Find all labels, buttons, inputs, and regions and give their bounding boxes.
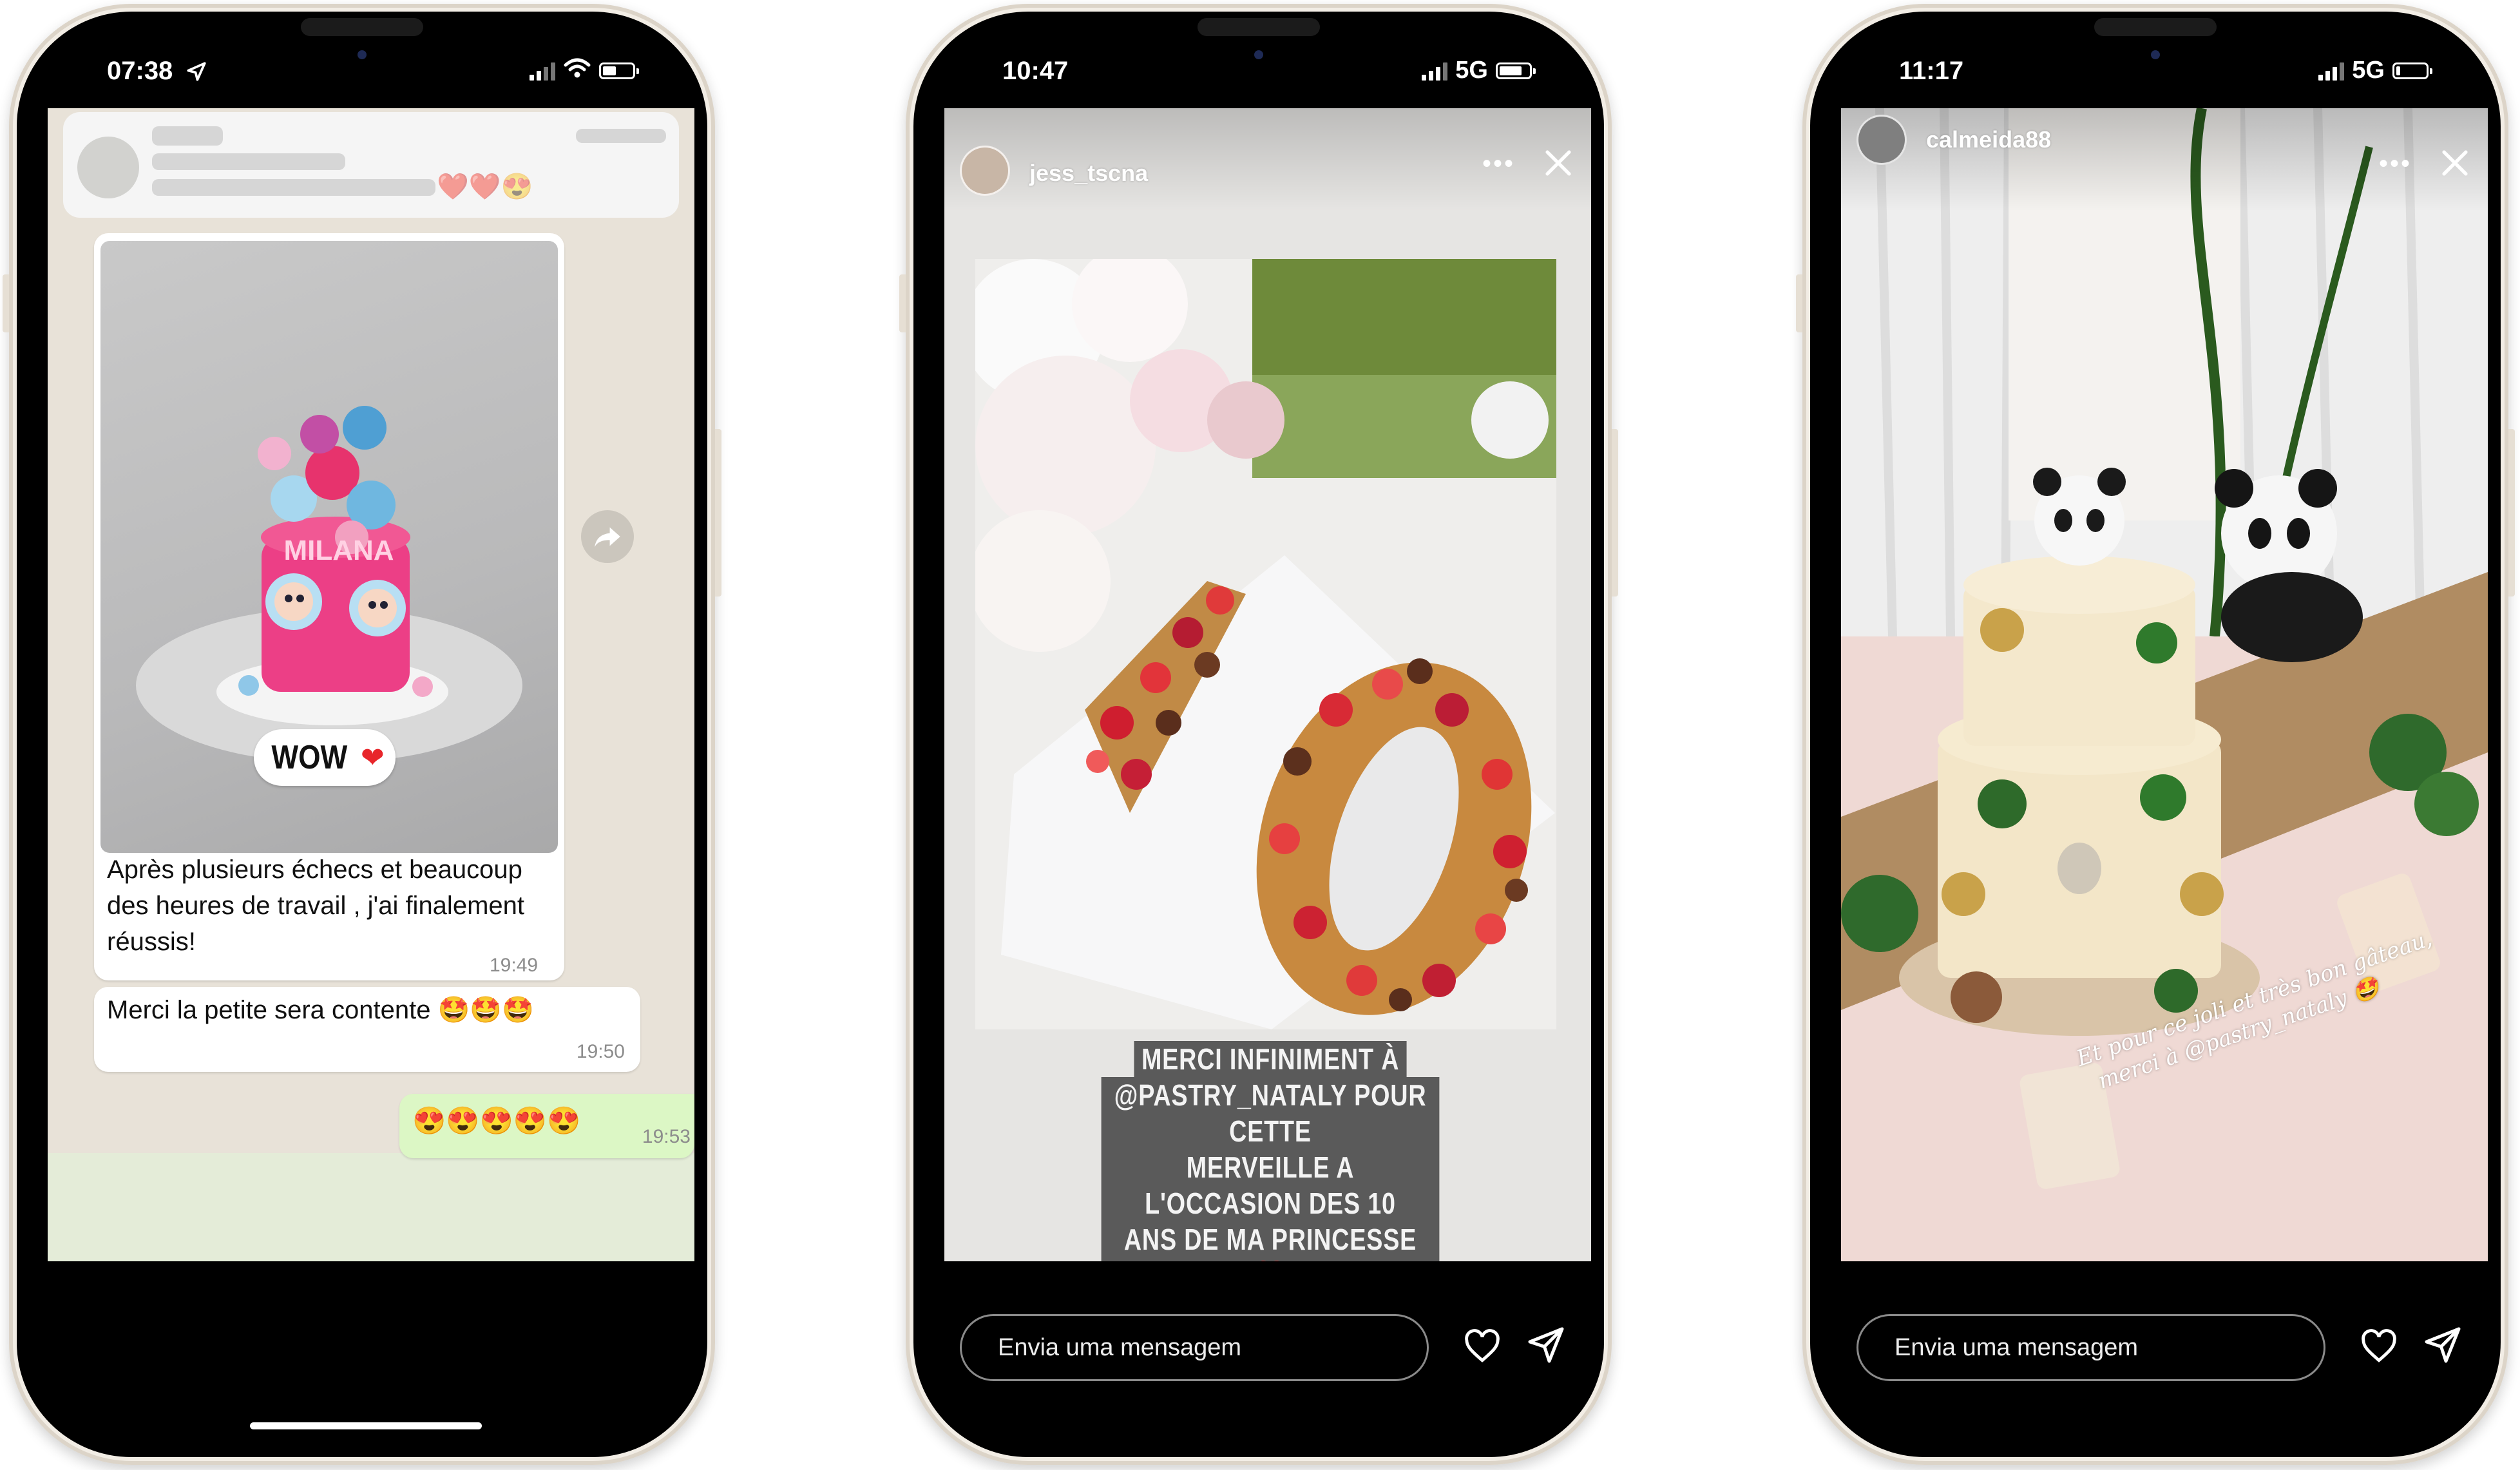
- more-dots-icon[interactable]: •••: [1482, 149, 1515, 178]
- phone-story-calmeida: 11:17 5G calmeida88 ••• Et pour ce joli …: [1796, 4, 2515, 1465]
- story-header: calmeida88 •••: [1841, 108, 2488, 211]
- number-cake-illustration: [975, 259, 1556, 1029]
- wifi-icon: [563, 57, 591, 84]
- story-header: jess_tscna •••: [944, 108, 1591, 211]
- battery-icon: [1496, 62, 1536, 79]
- status-time: 10:47: [1002, 57, 1069, 85]
- phone-story-jess: 10:47 5G jess_tscna ••• MERCI INFINIMENT…: [899, 4, 1618, 1465]
- story-username[interactable]: calmeida88: [1926, 126, 2051, 153]
- avatar[interactable]: [960, 146, 1010, 196]
- image-message-bubble[interactable]: MILANA WOW ❤ Après plusieurs échecs et b…: [94, 233, 564, 980]
- speaker-grille: [1198, 18, 1320, 36]
- signal-icon: [2318, 61, 2345, 81]
- message-input[interactable]: Envia uma mensagem: [1857, 1314, 2325, 1381]
- signal-icon: [1422, 61, 1448, 81]
- message-bubble[interactable]: Merci la petite sera contente 🤩🤩🤩 19:50: [94, 987, 640, 1072]
- story-username[interactable]: jess_tscna: [1029, 160, 1148, 187]
- front-camera: [1254, 50, 1263, 59]
- speaker-grille: [301, 18, 423, 36]
- more-dots-icon[interactable]: •••: [2379, 149, 2412, 178]
- battery-icon: [599, 62, 639, 79]
- phone-screen-frame: 10:47 5G jess_tscna ••• MERCI INFINIMENT…: [913, 12, 1604, 1457]
- notification-avatar: [77, 137, 139, 198]
- close-icon[interactable]: [2436, 144, 2474, 185]
- status-indicators: 5G: [1422, 57, 1536, 84]
- phone-whatsapp: 07:38 ❤️❤️😍 MILANA WOW ❤ Après plusieurs…: [3, 4, 721, 1465]
- heart-emoji: ❤: [360, 741, 385, 774]
- location-arrow-icon: [186, 61, 207, 86]
- message-input[interactable]: Envia uma mensagem: [960, 1314, 1429, 1381]
- caption-line: MERCI INFINIMENT À: [1134, 1041, 1407, 1077]
- phone-screen-frame: 07:38 ❤️❤️😍 MILANA WOW ❤ Après plusieurs…: [17, 12, 707, 1457]
- send-icon[interactable]: [2423, 1326, 2462, 1368]
- heart-icon[interactable]: [1464, 1329, 1501, 1367]
- caption-line: ANS DE MA PRINCESSE ❤️: [1101, 1221, 1440, 1261]
- notification-sender: [152, 126, 223, 146]
- battery-icon: [2392, 62, 2432, 79]
- notification-preview-line-1: [152, 153, 345, 170]
- home-indicator[interactable]: [250, 1422, 482, 1429]
- heart-icon[interactable]: [2360, 1329, 2398, 1367]
- message-text: Merci la petite sera contente 🤩🤩🤩: [107, 996, 535, 1024]
- message-time: 19:53: [642, 1126, 691, 1147]
- notification-time: [576, 129, 666, 143]
- message-time: 19:49: [490, 955, 539, 976]
- cake-photo[interactable]: MILANA WOW ❤: [100, 241, 558, 853]
- forward-icon[interactable]: [581, 510, 634, 563]
- caption-line: MERVEILLE A L'OCCASION DES 10: [1101, 1149, 1440, 1221]
- chat-footer-area: [48, 1153, 694, 1261]
- signal-icon: [530, 61, 555, 81]
- status-indicators: 5G: [2318, 57, 2432, 84]
- panda-cake-photo: [1841, 108, 2488, 1261]
- story-content[interactable]: calmeida88 ••• Et pour ce joli et très b…: [1841, 108, 2488, 1261]
- notification-banner[interactable]: ❤️❤️😍: [63, 112, 679, 218]
- close-icon[interactable]: [1540, 144, 1577, 185]
- message-text: 😍😍😍😍😍: [412, 1105, 581, 1136]
- message-text: Après plusieurs échecs et beaucoup des h…: [107, 855, 524, 956]
- front-camera: [2151, 50, 2160, 59]
- notification-preview-line-2: [152, 179, 435, 196]
- status-time: 07:38: [107, 57, 173, 85]
- caption-line: @PASTRY_NATALY POUR CETTE: [1101, 1077, 1440, 1149]
- sticker-text: WOW: [271, 739, 348, 776]
- avatar[interactable]: [1857, 115, 1907, 165]
- outgoing-message-bubble[interactable]: 😍😍😍😍😍 19:53: [399, 1094, 694, 1158]
- cake-topper-text: MILANA: [283, 535, 394, 566]
- send-icon[interactable]: [1527, 1326, 1565, 1368]
- network-label: 5G: [2352, 57, 2385, 84]
- front-camera: [358, 50, 367, 59]
- status-time: 11:17: [1899, 57, 1964, 85]
- message-time: 19:50: [576, 1041, 625, 1062]
- story-caption: MERCI INFINIMENT À @PASTRY_NATALY POUR C…: [1064, 1041, 1476, 1261]
- wow-sticker: WOW ❤: [254, 729, 396, 786]
- notification-emoji: ❤️❤️😍: [437, 173, 533, 201]
- story-content[interactable]: jess_tscna ••• MERCI INFINIMENT À @PASTR…: [944, 108, 1591, 1261]
- network-label: 5G: [1455, 57, 1488, 84]
- status-indicators: [530, 57, 639, 84]
- story-photo: [975, 259, 1556, 1029]
- speaker-grille: [2094, 18, 2217, 36]
- phone-screen-frame: 11:17 5G calmeida88 ••• Et pour ce joli …: [1810, 12, 2501, 1457]
- whatsapp-chat: ❤️❤️😍 MILANA WOW ❤ Après plusieurs échec…: [48, 108, 694, 1261]
